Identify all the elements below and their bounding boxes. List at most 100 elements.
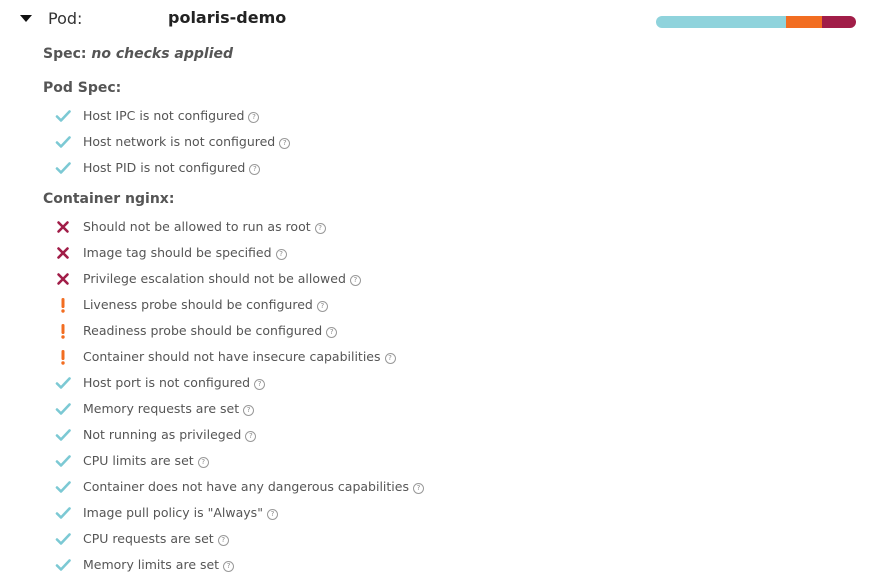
check-item: Image pull policy is "Always"? <box>43 500 843 526</box>
check-message: Memory requests are set <box>83 401 240 416</box>
check-item: Readiness probe should be configured? <box>43 318 843 344</box>
pod-details: Spec: no checks applied Pod Spec: Host I… <box>43 44 843 578</box>
check-icon <box>55 429 71 441</box>
check-item: Host PID is not configured? <box>43 155 843 181</box>
check-icon <box>55 507 71 519</box>
check-icon <box>55 136 71 148</box>
status-icon <box>53 474 73 500</box>
exclamation-icon <box>61 298 65 313</box>
spec-label: Spec: <box>43 46 87 62</box>
x-icon <box>57 221 69 233</box>
check-message: Container should not have insecure capab… <box>83 349 381 364</box>
check-item: Memory limits are set? <box>43 552 843 578</box>
exclamation-icon <box>61 324 65 339</box>
check-message: Host PID is not configured <box>83 160 246 175</box>
check-item: Container should not have insecure capab… <box>43 344 843 370</box>
help-icon[interactable]: ? <box>412 483 424 494</box>
status-icon <box>53 155 73 181</box>
status-icon <box>53 526 73 552</box>
check-icon <box>55 110 71 122</box>
check-message: Not running as privileged <box>83 427 242 442</box>
status-icon <box>53 214 73 240</box>
check-message: Image pull policy is "Always" <box>83 505 263 520</box>
pod-header[interactable]: Pod: polaris-demo <box>20 6 860 32</box>
status-icon <box>53 422 73 448</box>
status-icon <box>53 448 73 474</box>
score-bar <box>656 16 856 28</box>
help-icon[interactable]: ? <box>254 379 266 390</box>
check-icon <box>55 559 71 571</box>
status-icon <box>53 129 73 155</box>
help-icon[interactable]: ? <box>275 249 287 260</box>
pod-label: Pod: <box>48 9 83 28</box>
check-item: CPU limits are set? <box>43 448 843 474</box>
help-icon[interactable]: ? <box>384 353 396 364</box>
check-icon <box>55 481 71 493</box>
score-bar-warning <box>786 16 822 28</box>
score-bar-success <box>656 16 786 28</box>
spec-line: Spec: no checks applied <box>43 44 843 64</box>
check-message: Container does not have any dangerous ca… <box>83 479 409 494</box>
x-icon <box>57 273 69 285</box>
help-icon[interactable]: ? <box>243 405 255 416</box>
status-icon <box>53 552 73 578</box>
x-icon <box>57 247 69 259</box>
help-icon[interactable]: ? <box>223 561 235 572</box>
check-message: Liveness probe should be configured <box>83 297 313 312</box>
check-message: Image tag should be specified <box>83 245 272 260</box>
help-icon[interactable]: ? <box>249 164 261 175</box>
help-icon[interactable]: ? <box>349 275 361 286</box>
check-icon <box>55 377 71 389</box>
check-item: Privilege escalation should not be allow… <box>43 266 843 292</box>
check-item: Not running as privileged? <box>43 422 843 448</box>
check-message: Host IPC is not configured <box>83 108 245 123</box>
status-icon <box>53 318 73 344</box>
status-icon <box>53 396 73 422</box>
check-icon <box>55 455 71 467</box>
status-icon <box>53 103 73 129</box>
help-icon[interactable]: ? <box>266 509 278 520</box>
check-item: CPU requests are set? <box>43 526 843 552</box>
help-icon[interactable]: ? <box>326 327 338 338</box>
check-item: Should not be allowed to run as root? <box>43 214 843 240</box>
check-message: Host network is not configured <box>83 134 276 149</box>
check-message: Privilege escalation should not be allow… <box>83 271 346 286</box>
status-icon <box>53 500 73 526</box>
status-icon <box>53 240 73 266</box>
check-message: Memory limits are set <box>83 557 220 572</box>
check-item: Host IPC is not configured? <box>43 103 843 129</box>
check-item: Container does not have any dangerous ca… <box>43 474 843 500</box>
help-icon[interactable]: ? <box>248 112 260 123</box>
help-icon[interactable]: ? <box>314 223 326 234</box>
status-icon <box>53 266 73 292</box>
status-icon <box>53 344 73 370</box>
help-icon[interactable]: ? <box>217 535 229 546</box>
check-message: Host port is not configured <box>83 375 251 390</box>
help-icon[interactable]: ? <box>245 431 257 442</box>
check-icon <box>55 162 71 174</box>
check-message: Should not be allowed to run as root <box>83 219 311 234</box>
check-item: Liveness probe should be configured? <box>43 292 843 318</box>
check-message: CPU limits are set <box>83 453 194 468</box>
status-icon <box>53 370 73 396</box>
check-message: Readiness probe should be configured <box>83 323 323 338</box>
check-icon <box>55 533 71 545</box>
check-icon <box>55 403 71 415</box>
spec-value: no checks applied <box>91 46 234 62</box>
status-icon <box>53 292 73 318</box>
check-item: Host network is not configured? <box>43 129 843 155</box>
check-message: CPU requests are set <box>83 531 214 546</box>
pod-spec-title: Pod Spec: <box>43 80 122 96</box>
help-icon[interactable]: ? <box>197 457 209 468</box>
check-item: Image tag should be specified? <box>43 240 843 266</box>
exclamation-icon <box>61 350 65 365</box>
check-item: Memory requests are set? <box>43 396 843 422</box>
check-item: Host port is not configured? <box>43 370 843 396</box>
container-title: Container nginx: <box>43 191 175 207</box>
pod-name: polaris-demo <box>168 8 287 27</box>
help-icon[interactable]: ? <box>316 301 328 312</box>
container-check-list: Should not be allowed to run as root? Ima… <box>43 214 843 578</box>
help-icon[interactable]: ? <box>279 138 291 149</box>
caret-down-icon[interactable] <box>20 15 32 22</box>
pod-spec-check-list: Host IPC is not configured? Host network … <box>43 103 843 181</box>
